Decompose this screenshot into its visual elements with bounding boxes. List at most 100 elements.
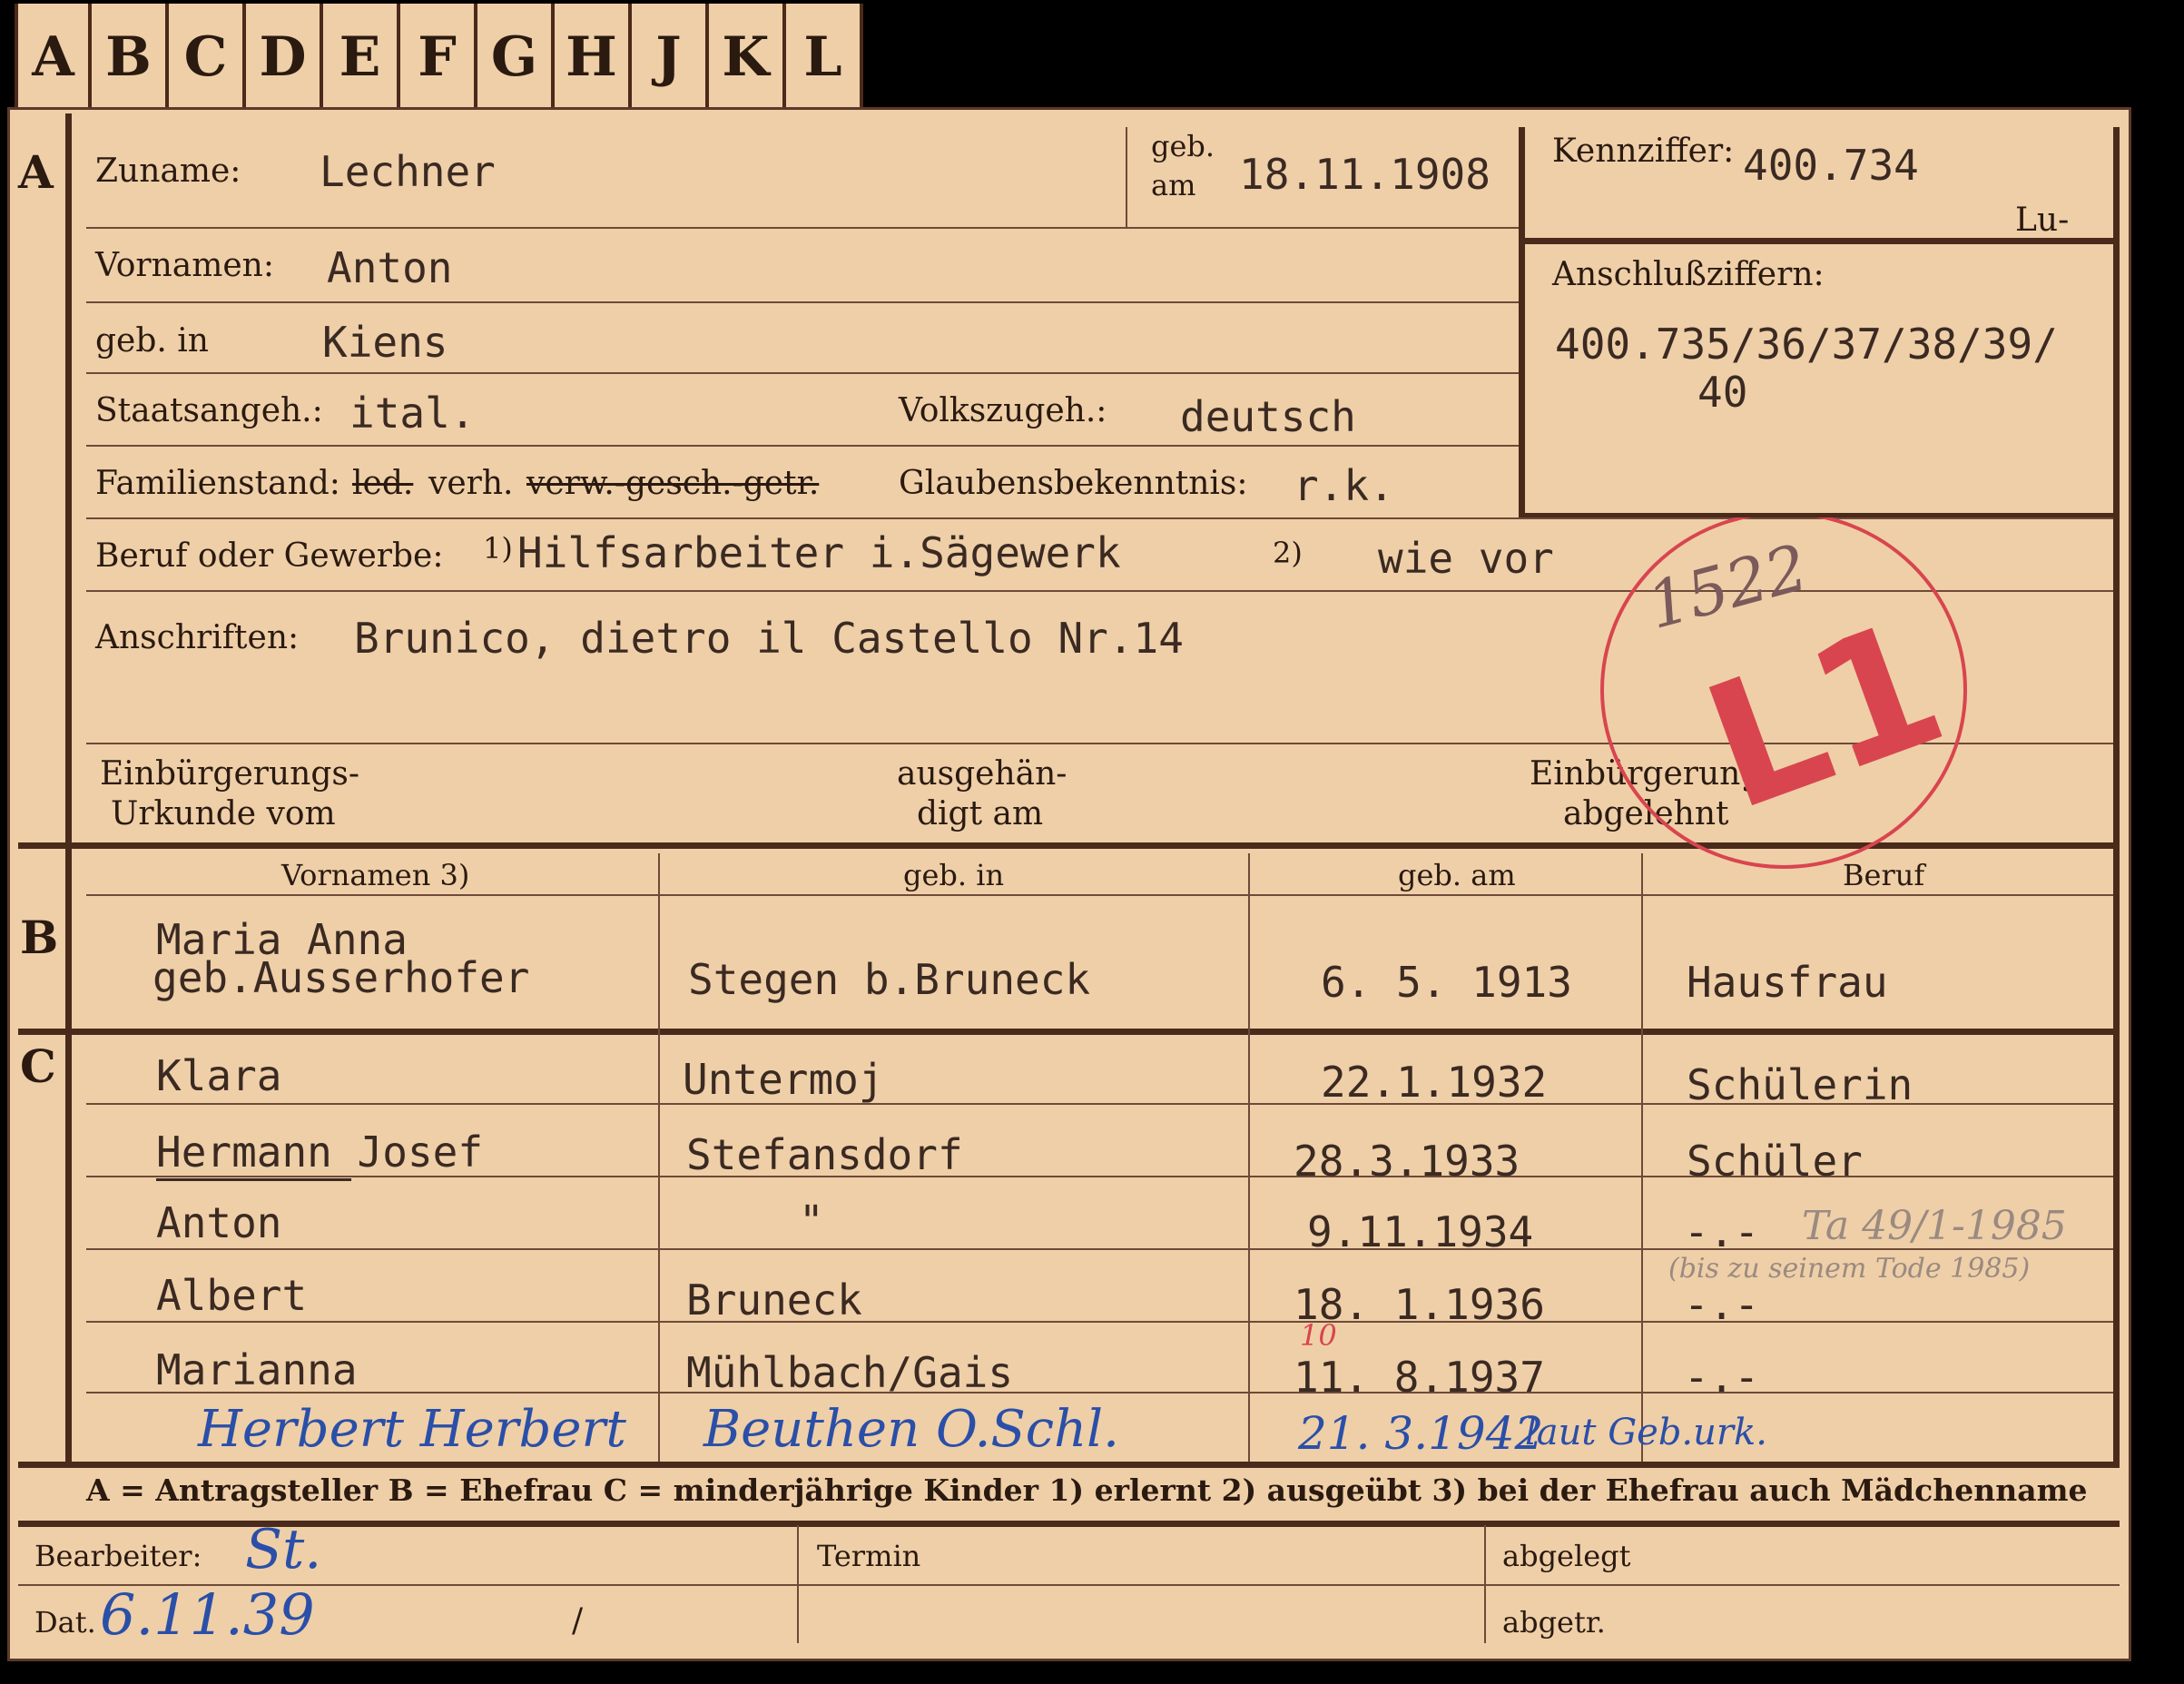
handwritten-child6-note: laut Geb.urk. xyxy=(1525,1412,1767,1453)
geb-divider xyxy=(1126,127,1127,227)
section-c-marker: C xyxy=(20,1039,56,1093)
child-name: Klara xyxy=(156,1051,282,1100)
col-header-vornamen: Vornamen 3) xyxy=(281,858,470,892)
fam-label: Familienstand: xyxy=(95,465,340,502)
bearbeiter-label: Bearbeiter: xyxy=(34,1539,202,1573)
staat-label: Staatsangeh.: xyxy=(95,392,323,429)
ausgehaendigt-label-2: digt am xyxy=(917,795,1044,832)
child-date: 11. 8.1937 xyxy=(1294,1353,1545,1402)
col-rule xyxy=(797,1525,799,1643)
tab-b[interactable]: B xyxy=(92,4,169,111)
gebin-label: geb. in xyxy=(95,322,209,359)
ausgehaendigt-label-1: ausgehän- xyxy=(897,755,1067,793)
dat-slash: / xyxy=(572,1602,584,1640)
child-place: Bruneck xyxy=(686,1275,862,1325)
anschrift-value: Brunico, dietro il Castello Nr.14 xyxy=(354,614,1184,663)
einbuergerung-label-1: Einbürgerungs- xyxy=(100,755,360,793)
name-underline xyxy=(156,1178,351,1181)
tab-l[interactable]: L xyxy=(786,4,863,111)
right-rule xyxy=(2113,127,2120,1462)
child-place: Stefansdorf xyxy=(686,1130,963,1179)
child-date: 22.1.1932 xyxy=(1321,1058,1548,1107)
col-header-beruf: Beruf xyxy=(1843,858,1925,892)
tab-f[interactable]: F xyxy=(400,4,477,111)
beruf-label: Beruf oder Gewerbe: xyxy=(95,537,444,575)
tab-d[interactable]: D xyxy=(246,4,323,111)
footnote-1: 1) xyxy=(483,531,513,566)
abgetr-label: abgetr. xyxy=(1502,1605,1606,1640)
col-rule xyxy=(658,853,660,1462)
section-b-marker: B xyxy=(20,911,59,964)
glaub-label: Glaubensbekenntnis: xyxy=(899,465,1248,502)
volk-label: Volkszugeh.: xyxy=(899,392,1107,429)
vornamen-label: Vornamen: xyxy=(95,247,274,284)
bearbeiter-value[interactable]: St. xyxy=(245,1518,321,1581)
kennziffer-divider xyxy=(1519,238,2120,244)
child-name: Albert xyxy=(156,1271,308,1320)
kennziffer-value: 400.734 xyxy=(1743,141,1919,190)
fam-led: led. xyxy=(352,465,414,502)
child-job: -.- xyxy=(1684,1207,1760,1256)
dat-label: Dat. xyxy=(34,1605,96,1640)
section-rule xyxy=(18,1462,2120,1468)
registration-stamp: 1522 L1 xyxy=(1600,517,1967,869)
tab-h[interactable]: H xyxy=(555,4,632,111)
termin-label: Termin xyxy=(817,1539,921,1573)
spouse-date: 6. 5. 1913 xyxy=(1321,958,1572,1007)
tab-j[interactable]: J xyxy=(632,4,709,111)
kennziffer-box-left xyxy=(1519,127,1525,517)
spouse-name-2: geb.Ausserhofer xyxy=(152,953,530,1002)
child-place: Untermoj xyxy=(683,1055,884,1104)
abgelegt-label: abgelegt xyxy=(1502,1539,1631,1573)
row-rule xyxy=(86,1392,2113,1393)
child-date: 9.11.1934 xyxy=(1307,1207,1534,1256)
section-rule xyxy=(18,1521,2120,1527)
beruf-1-value: Hilfsarbeiter i.Sägewerk xyxy=(517,528,1121,577)
child-name: Anton xyxy=(156,1198,282,1247)
anschluss-value-1: 400.735/36/37/38/39/ xyxy=(1555,320,2058,369)
index-tabs: A B C D E F G H J K L xyxy=(15,4,863,111)
handwritten-date-correction: 10 xyxy=(1300,1318,1337,1353)
gebin-value: Kiens xyxy=(322,318,448,367)
tab-c[interactable]: C xyxy=(169,4,246,111)
handwritten-child6-name: Herbert Herbert xyxy=(198,1400,626,1459)
tab-k[interactable]: K xyxy=(709,4,786,111)
footnote-2: 2) xyxy=(1273,536,1303,570)
child-job: Schülerin xyxy=(1687,1060,1913,1109)
kennziffer-note: Lu- xyxy=(2015,202,2070,239)
col-header-geb-in: geb. in xyxy=(903,858,1005,892)
child-job: -.- xyxy=(1684,1280,1760,1329)
vornamen-value: Anton xyxy=(327,243,453,292)
dat-value[interactable]: 6.11.39 xyxy=(100,1581,315,1648)
tab-g[interactable]: G xyxy=(477,4,555,111)
row-rule xyxy=(18,1584,2120,1586)
anschrift-label: Anschriften: xyxy=(95,619,300,656)
geb-label-2: am xyxy=(1151,168,1196,202)
row-rule xyxy=(86,227,1519,229)
anschluss-value-2: 40 xyxy=(1697,368,1748,417)
section-a-marker: A xyxy=(18,145,54,199)
child-job: -.- xyxy=(1684,1353,1760,1402)
spouse-job: Hausfrau xyxy=(1687,958,1888,1007)
anschluss-label: Anschlußziffern: xyxy=(1552,256,1825,293)
child-date: 28.3.1933 xyxy=(1294,1137,1520,1186)
geb-am-value: 18.11.1908 xyxy=(1239,150,1490,199)
spouse-place: Stegen b.Bruneck xyxy=(688,955,1091,1004)
fam-verh: verh. xyxy=(428,465,514,502)
beruf-2-value: wie vor xyxy=(1378,534,1554,583)
geb-label-1: geb. xyxy=(1151,129,1215,163)
handwritten-albert-note: (bis zu seinem Tode 1985) xyxy=(1668,1253,2031,1285)
row-rule xyxy=(86,1321,2113,1323)
volk-value: deutsch xyxy=(1180,392,1356,441)
tab-e[interactable]: E xyxy=(323,4,400,111)
staat-value: ital. xyxy=(349,389,476,438)
left-rule xyxy=(65,113,72,1462)
tab-a[interactable]: A xyxy=(15,4,92,111)
row-rule xyxy=(86,372,1519,374)
zuname-value: Lechner xyxy=(320,147,496,196)
child-name: Marianna xyxy=(156,1345,358,1394)
handwritten-child6-date: 21. 3.1942 xyxy=(1298,1407,1544,1460)
col-rule xyxy=(1484,1525,1486,1643)
glaub-value: r.k. xyxy=(1294,461,1394,510)
row-rule xyxy=(86,894,2113,896)
